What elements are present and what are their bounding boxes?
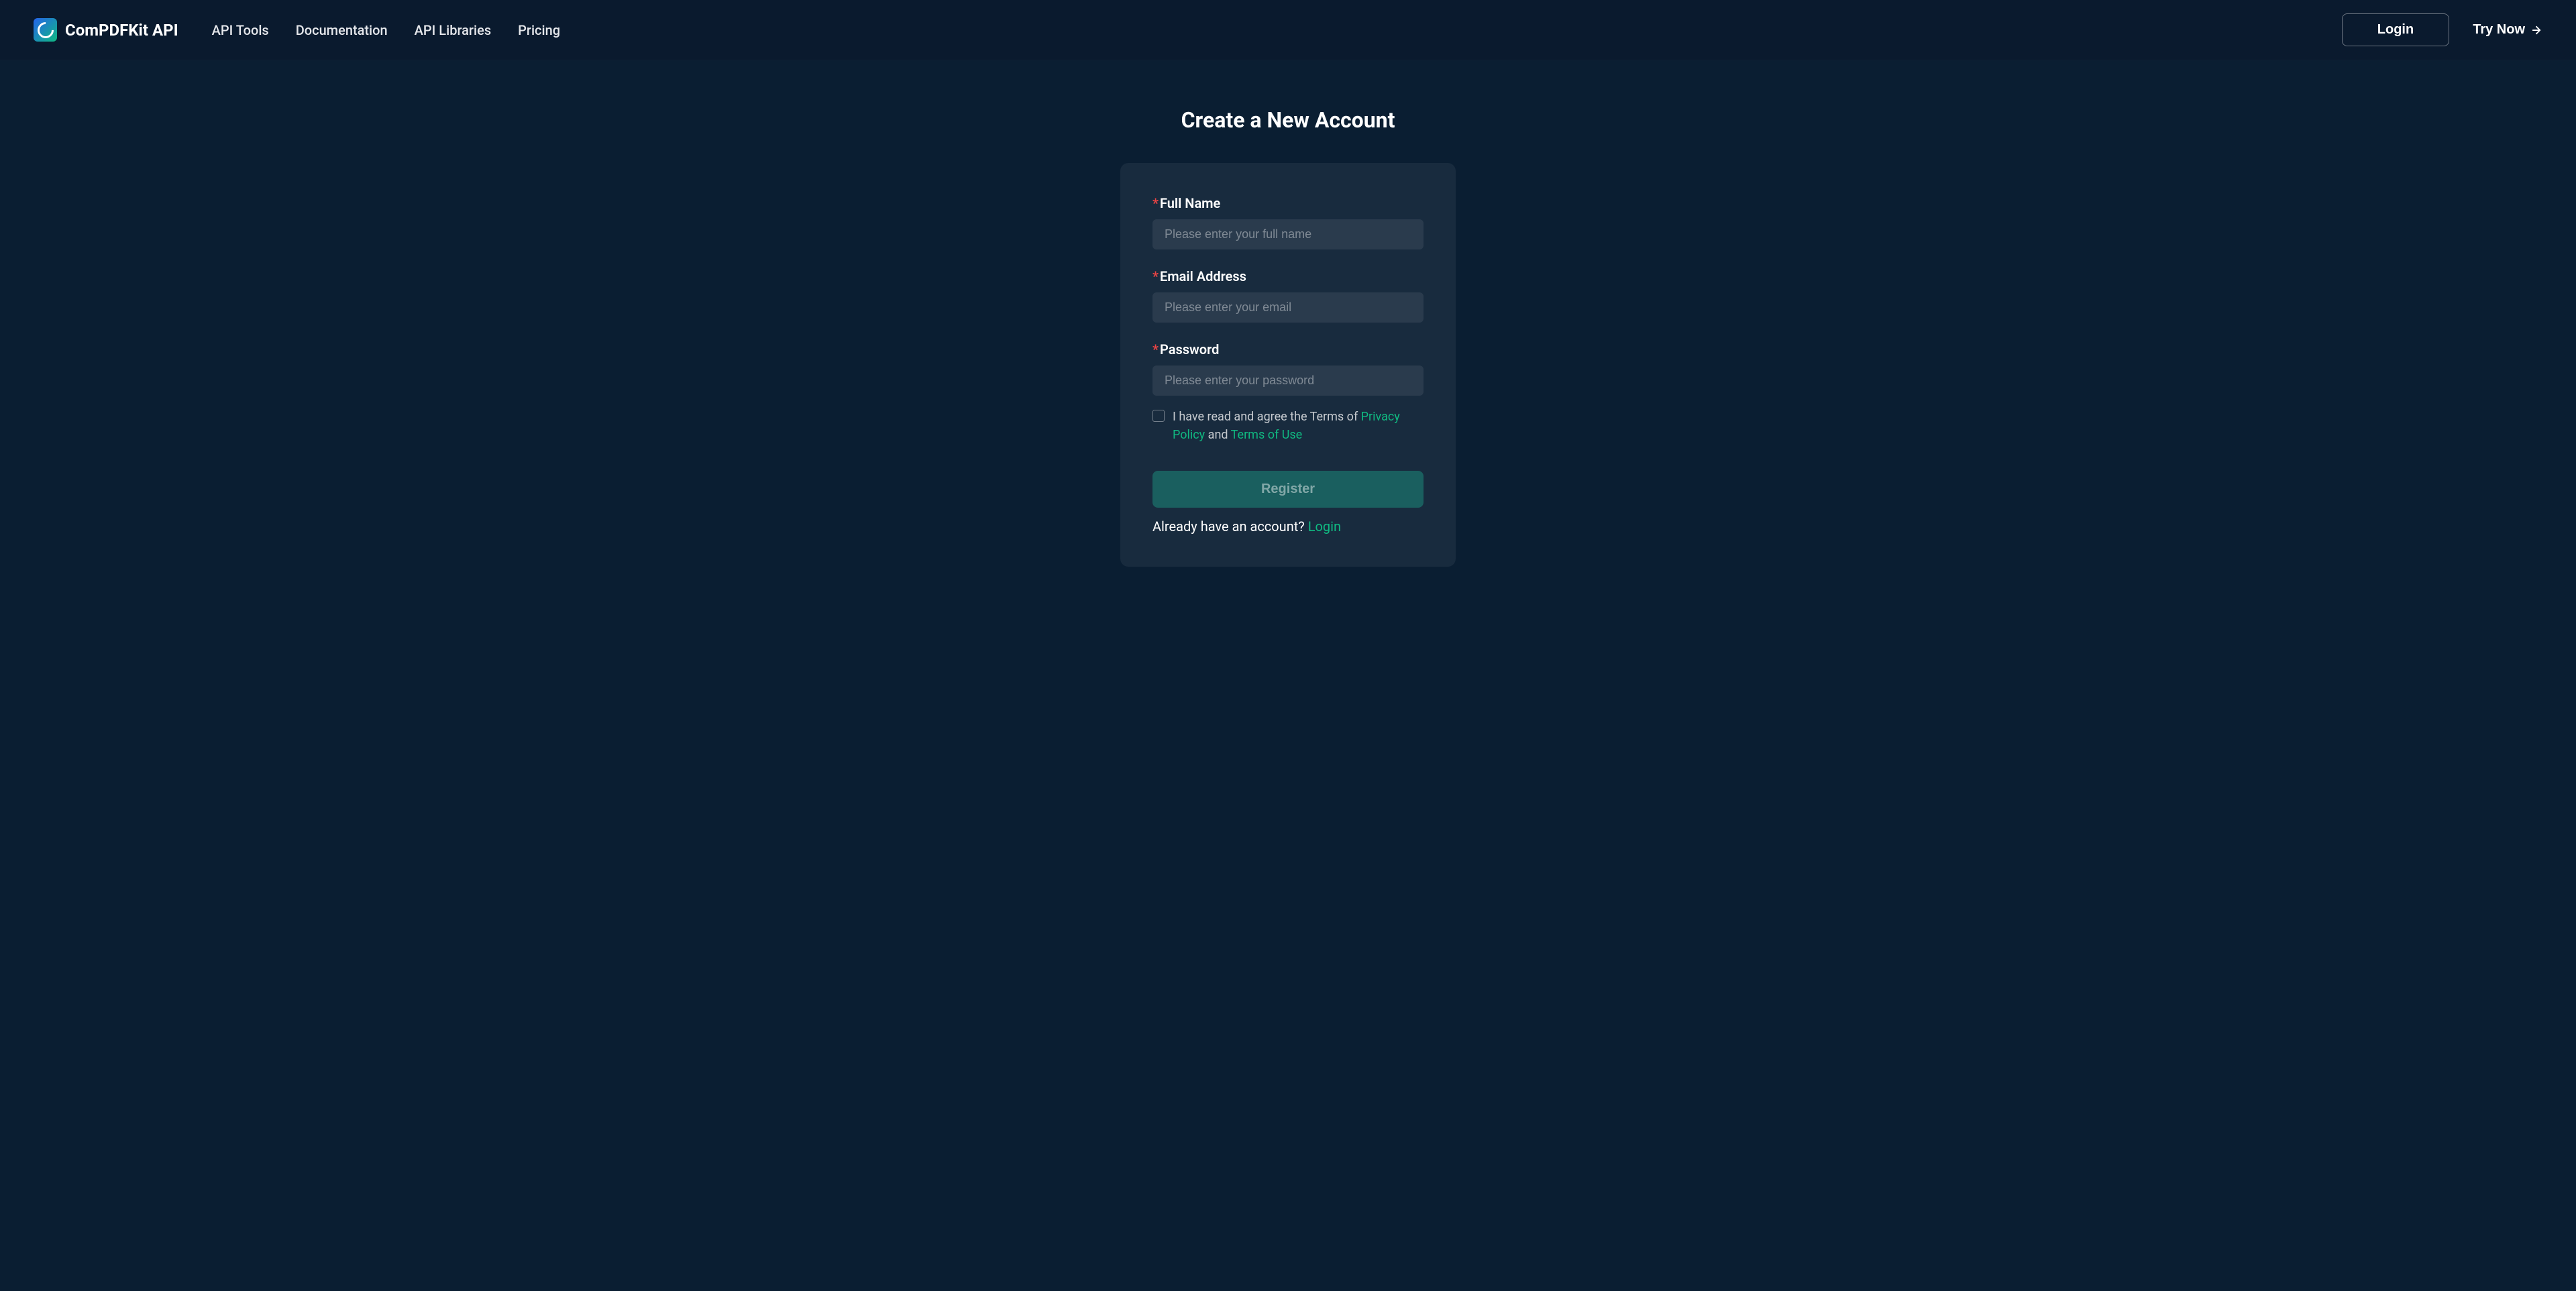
- login-link[interactable]: Login: [1308, 518, 1341, 535]
- register-button[interactable]: Register: [1152, 471, 1424, 508]
- header-right: Login Try Now: [2342, 13, 2542, 46]
- logo-text: ComPDFKit API: [65, 21, 178, 40]
- page-title: Create a New Account: [1181, 107, 1395, 133]
- main-content: Create a New Account *Full Name *Email A…: [0, 60, 2576, 607]
- logo-section[interactable]: ComPDFKit API: [34, 18, 178, 42]
- agreement-and: and: [1205, 428, 1230, 442]
- required-asterisk-icon: *: [1152, 195, 1159, 211]
- required-asterisk-icon: *: [1152, 268, 1159, 284]
- nav-links: API Tools Documentation API Libraries Pr…: [212, 22, 560, 38]
- main-header: ComPDFKit API API Tools Documentation AP…: [0, 0, 2576, 60]
- nav-documentation[interactable]: Documentation: [296, 22, 388, 38]
- terms-of-use-link[interactable]: Terms of Use: [1231, 428, 1303, 442]
- agreement-checkbox-group: I have read and agree the Terms of Priva…: [1152, 408, 1424, 444]
- email-group: *Email Address: [1152, 268, 1424, 323]
- nav-pricing[interactable]: Pricing: [518, 22, 560, 38]
- password-input[interactable]: [1152, 366, 1424, 396]
- logo-icon: [34, 18, 57, 42]
- password-group: *Password: [1152, 341, 1424, 396]
- agreement-prefix: I have read and agree the Terms of: [1173, 410, 1361, 424]
- try-now-label: Try Now: [2473, 22, 2525, 38]
- email-input[interactable]: [1152, 292, 1424, 323]
- arrow-right-icon: [2530, 24, 2542, 36]
- try-now-button[interactable]: Try Now: [2473, 22, 2542, 38]
- login-prompt-text: Already have an account?: [1152, 518, 1308, 535]
- required-asterisk-icon: *: [1152, 341, 1159, 357]
- header-left: ComPDFKit API API Tools Documentation AP…: [34, 18, 560, 42]
- header-login-button[interactable]: Login: [2342, 13, 2449, 46]
- password-label-text: Password: [1160, 341, 1219, 357]
- nav-api-tools[interactable]: API Tools: [212, 22, 269, 38]
- email-label: *Email Address: [1152, 268, 1424, 284]
- agreement-checkbox[interactable]: [1152, 410, 1165, 422]
- nav-api-libraries[interactable]: API Libraries: [415, 22, 491, 38]
- email-label-text: Email Address: [1160, 268, 1246, 284]
- full-name-input[interactable]: [1152, 219, 1424, 249]
- login-prompt: Already have an account? Login: [1152, 518, 1424, 535]
- full-name-group: *Full Name: [1152, 195, 1424, 249]
- agreement-label: I have read and agree the Terms of Priva…: [1173, 408, 1424, 444]
- signup-form-card: *Full Name *Email Address *Password I ha…: [1120, 163, 1456, 567]
- password-label: *Password: [1152, 341, 1424, 357]
- full-name-label-text: Full Name: [1160, 195, 1220, 211]
- full-name-label: *Full Name: [1152, 195, 1424, 211]
